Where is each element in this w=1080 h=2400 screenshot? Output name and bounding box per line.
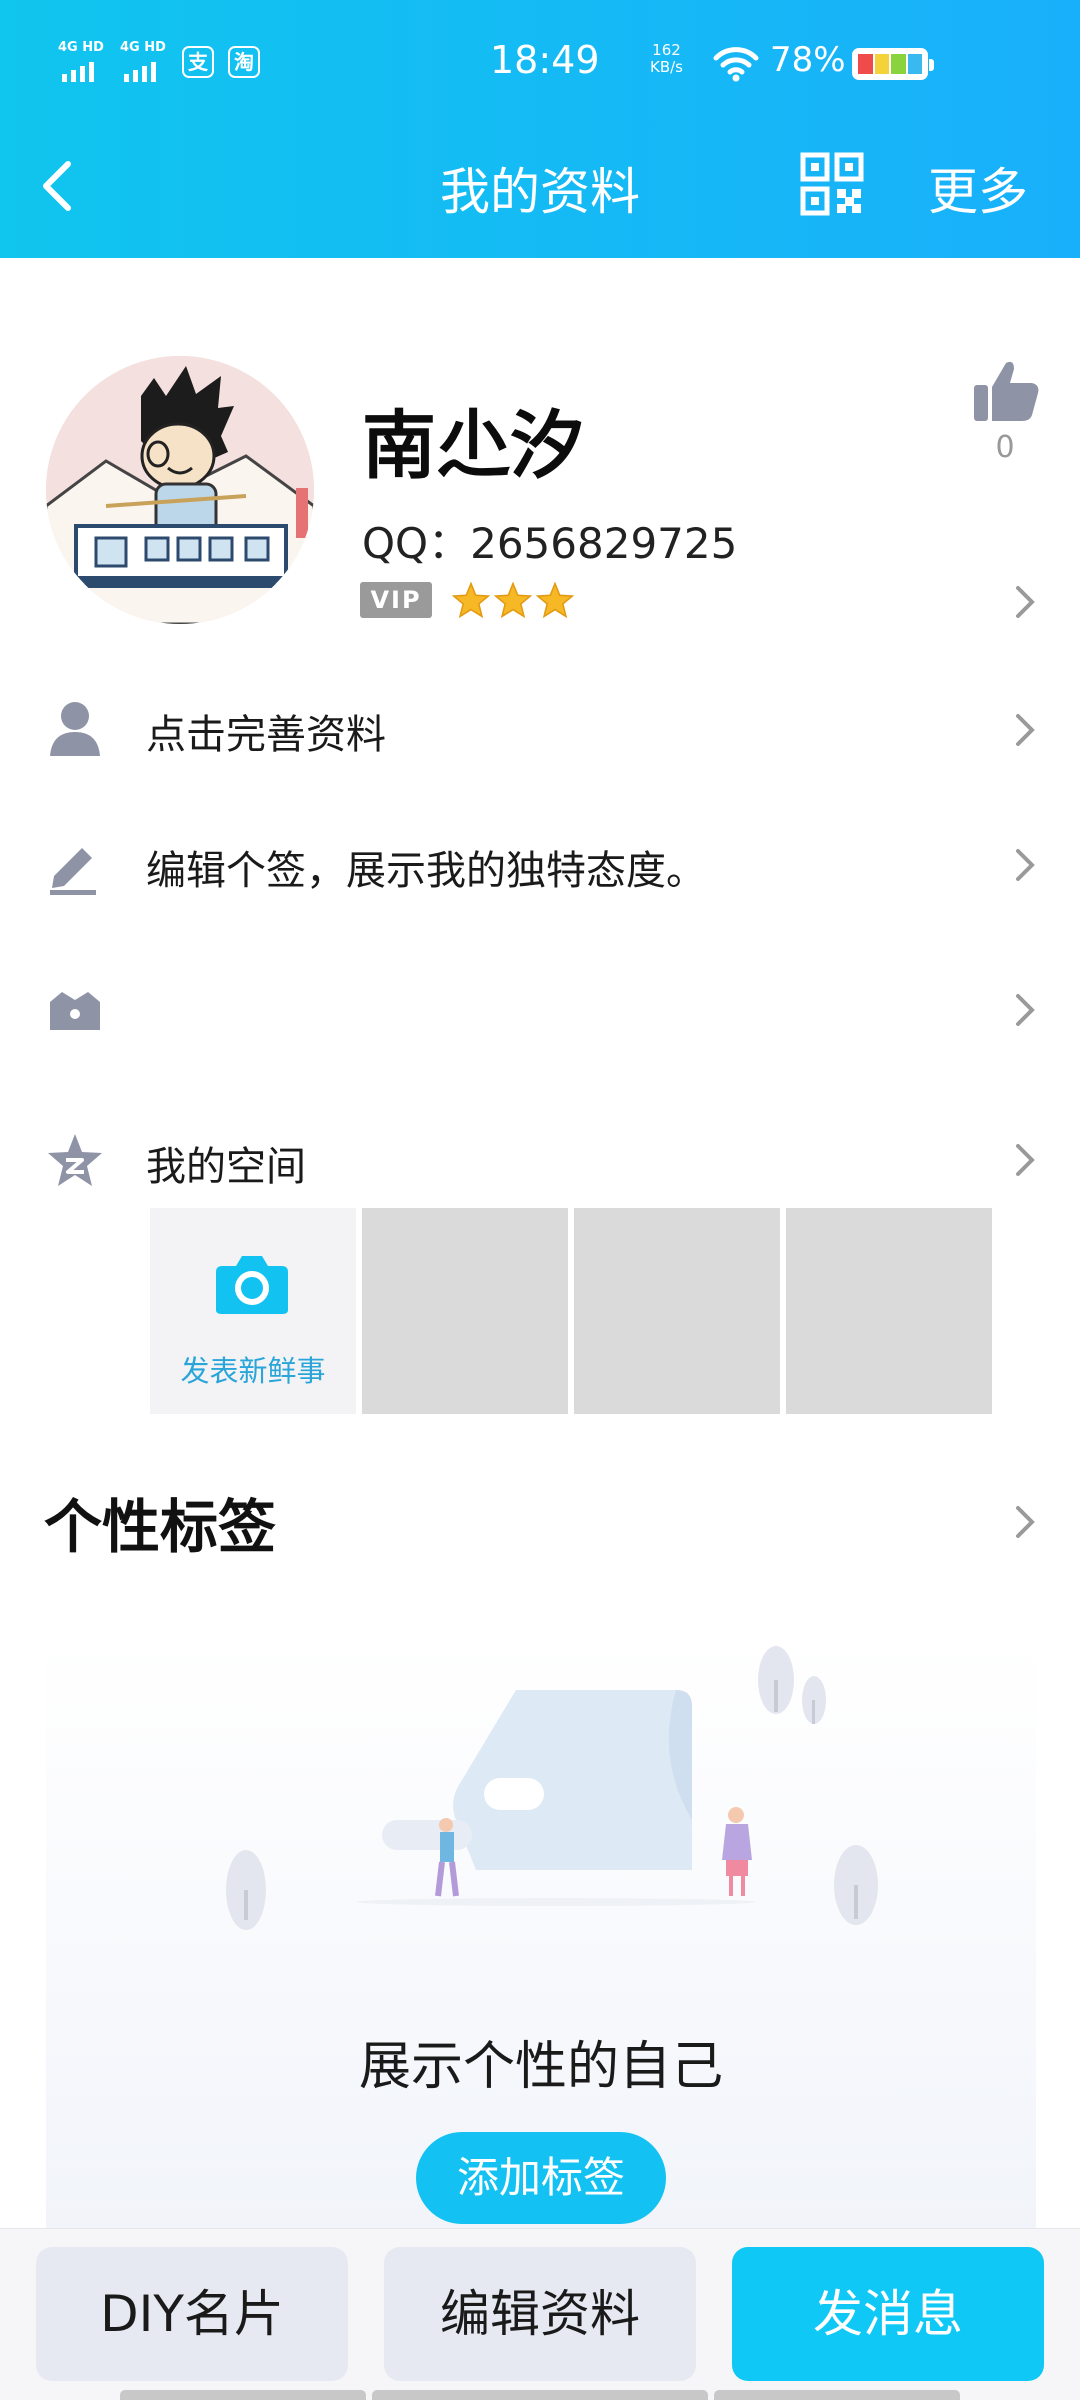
zone-photo-grid: 发表新鲜事 bbox=[150, 1208, 992, 1414]
signal-2-icon: 4G HD bbox=[120, 40, 168, 82]
tags-empty-message: 展示个性的自己 bbox=[358, 2037, 723, 2097]
empty-tags-illustration bbox=[226, 1646, 878, 1930]
chevron-right-icon[interactable] bbox=[1010, 990, 1038, 1030]
chevron-right-icon[interactable] bbox=[1010, 1140, 1038, 1180]
tags-empty-card: 展示个性的自己 添加标签 bbox=[46, 1640, 1036, 2240]
nav-bar: 我的资料 更多 bbox=[0, 130, 1080, 240]
crown-icon bbox=[50, 992, 100, 1030]
profile-name: 南尐汐 bbox=[362, 403, 584, 489]
signal-1-icon: 4G HD bbox=[58, 40, 106, 82]
network-speed-value: 162 bbox=[652, 41, 681, 59]
add-tag-button[interactable]: 添加标签 bbox=[416, 2132, 666, 2224]
tags-section-title: 个性标签 bbox=[44, 1493, 277, 1561]
alipay-icon: 支 bbox=[182, 46, 214, 78]
star-rating bbox=[452, 582, 574, 618]
person-icon bbox=[50, 702, 100, 756]
qr-code-icon[interactable] bbox=[800, 152, 864, 216]
qq-number: QQ：2656829725 bbox=[362, 519, 738, 568]
status-left: 4G HD 4G HD 支 淘 bbox=[58, 40, 260, 82]
avatar-illustration bbox=[46, 356, 314, 624]
status-bar: 4G HD 4G HD 支 淘 18:49 162 KB/s 78% bbox=[0, 30, 1080, 100]
home-indicator bbox=[714, 2390, 960, 2400]
signature-link[interactable]: 编辑个签，展示我的独特态度。 bbox=[146, 838, 706, 896]
network-2-label: 4G HD bbox=[120, 40, 166, 55]
complete-profile-link[interactable]: 点击完善资料 bbox=[146, 702, 386, 760]
pencil-icon bbox=[50, 848, 96, 895]
battery-icon bbox=[852, 48, 934, 80]
battery-percent: 78% bbox=[770, 40, 846, 80]
star-icon bbox=[494, 582, 532, 618]
camera-icon bbox=[216, 1256, 288, 1314]
qzone-star-icon bbox=[48, 1134, 102, 1186]
more-button[interactable]: 更多 bbox=[928, 152, 1028, 224]
vip-row[interactable]: VIP bbox=[360, 582, 574, 618]
zone-photo-placeholder[interactable] bbox=[786, 1208, 992, 1414]
page-title: 我的资料 bbox=[440, 163, 640, 221]
diy-card-button[interactable]: DIY名片 bbox=[36, 2247, 348, 2381]
chevron-right-icon[interactable] bbox=[1010, 845, 1038, 885]
send-message-button[interactable]: 发消息 bbox=[732, 2247, 1044, 2381]
like-count: 0 bbox=[995, 430, 1015, 465]
network-1-label: 4G HD bbox=[58, 40, 104, 55]
home-indicator bbox=[120, 2390, 366, 2400]
thumbs-up-icon[interactable] bbox=[970, 355, 1042, 427]
bottom-action-bar: DIY名片 编辑资料 发消息 bbox=[0, 2228, 1080, 2400]
zone-photo-placeholder[interactable] bbox=[574, 1208, 780, 1414]
header: 4G HD 4G HD 支 淘 18:49 162 KB/s 78% 我的资料 … bbox=[0, 0, 1080, 258]
chevron-right-icon[interactable] bbox=[1010, 582, 1038, 622]
post-new-label: 发表新鲜事 bbox=[180, 1354, 326, 1388]
vip-badge: VIP bbox=[360, 582, 432, 618]
star-icon bbox=[536, 582, 574, 618]
chevron-right-icon[interactable] bbox=[1010, 1502, 1038, 1542]
my-zone-link[interactable]: 我的空间 bbox=[146, 1134, 306, 1192]
wifi-icon bbox=[713, 47, 759, 82]
star-icon bbox=[452, 582, 490, 618]
taobao-icon: 淘 bbox=[228, 46, 260, 78]
post-new-button[interactable]: 发表新鲜事 bbox=[150, 1208, 356, 1414]
zone-photo-placeholder[interactable] bbox=[362, 1208, 568, 1414]
chevron-right-icon[interactable] bbox=[1010, 710, 1038, 750]
network-speed-unit: KB/s bbox=[650, 58, 683, 76]
edit-profile-button[interactable]: 编辑资料 bbox=[384, 2247, 696, 2381]
network-speed: 162 KB/s bbox=[650, 42, 683, 76]
home-indicator bbox=[372, 2390, 708, 2400]
status-time: 18:49 bbox=[490, 38, 600, 82]
avatar[interactable] bbox=[46, 356, 314, 624]
